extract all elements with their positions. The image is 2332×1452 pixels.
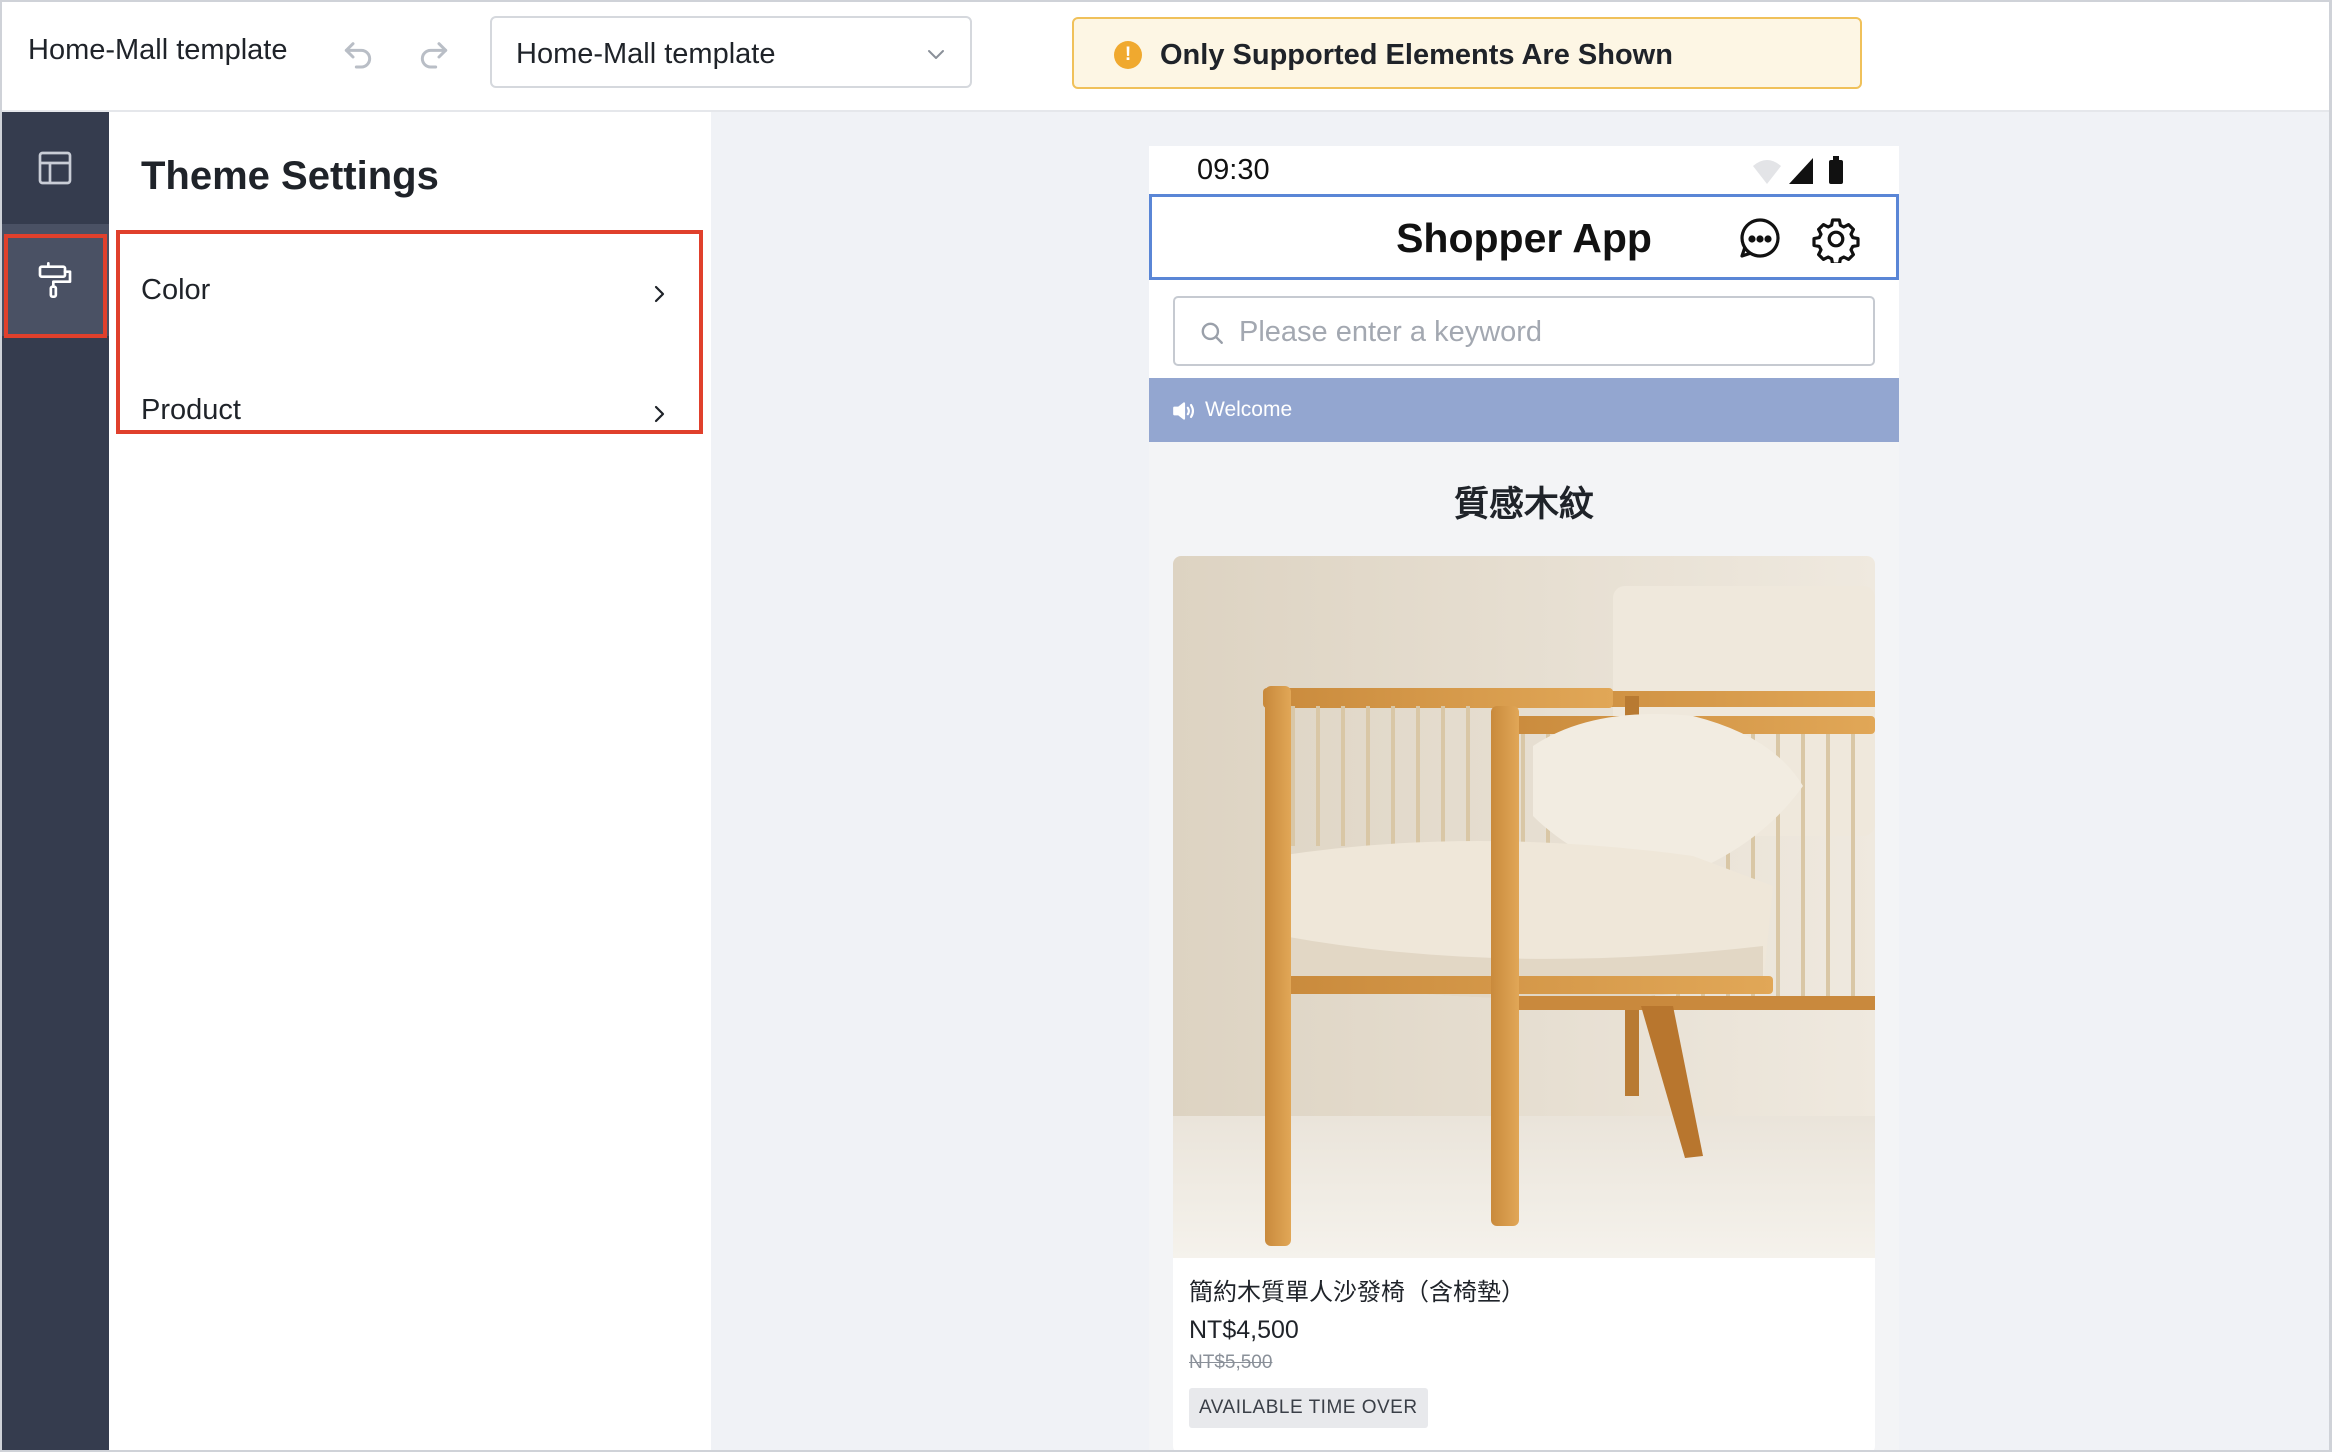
- availability-badge: AVAILABLE TIME OVER: [1189, 1388, 1428, 1428]
- product-card[interactable]: 簡約木質單人沙發椅（含椅墊） NT$4,500 NT$5,500 AVAILAB…: [1173, 556, 1875, 1450]
- app-header[interactable]: Shopper App: [1149, 194, 1899, 280]
- undo-icon[interactable]: [338, 32, 378, 72]
- search-area: Please enter a keyword: [1149, 280, 1899, 382]
- settings-rows-outline: [116, 230, 703, 434]
- top-bar: Home-Mall template Home-Mall template ! …: [2, 2, 2329, 112]
- app-title: Home-Mall template: [28, 34, 288, 66]
- product-price: NT$4,500: [1189, 1316, 1299, 1344]
- rail-selection-outline: [4, 234, 107, 338]
- page-select-value: Home-Mall template: [516, 38, 776, 70]
- speaker-icon: [1171, 398, 1197, 424]
- app-window: Home-Mall template Home-Mall template ! …: [0, 0, 2332, 1452]
- page-select[interactable]: Home-Mall template: [490, 16, 972, 88]
- search-placeholder: Please enter a keyword: [1239, 316, 1543, 348]
- status-time: 09:30: [1197, 154, 1270, 186]
- gear-icon[interactable]: [1812, 215, 1860, 266]
- layout-icon: [38, 151, 72, 185]
- wifi-icon: [1753, 160, 1781, 184]
- phone-preview: 09:30 Shopper App Please enter a keyword…: [1149, 146, 1899, 1450]
- app-header-title: Shopper App: [1396, 215, 1652, 261]
- notice-text: Only Supported Elements Are Shown: [1160, 39, 1673, 71]
- product-original-price: NT$5,500: [1189, 1352, 1273, 1373]
- rail-item-layout[interactable]: [2, 112, 109, 224]
- search-input[interactable]: Please enter a keyword: [1173, 296, 1875, 366]
- announcement-text: Welcome: [1205, 398, 1293, 421]
- section-title: 質感木紋: [1453, 485, 1594, 525]
- product-name: 簡約木質單人沙發椅（含椅墊）: [1189, 1278, 1525, 1306]
- announcement-bar: Welcome: [1149, 378, 1899, 442]
- redo-icon[interactable]: [414, 32, 454, 72]
- battery-icon: [1829, 156, 1843, 184]
- product-image: [1173, 556, 1875, 1258]
- status-bar: 09:30: [1149, 146, 1899, 194]
- status-icons: [1753, 156, 1843, 184]
- chevron-down-icon: [924, 42, 948, 66]
- chat-icon[interactable]: [1736, 215, 1784, 263]
- search-icon: [1199, 320, 1225, 346]
- panel-title: Theme Settings: [141, 154, 439, 198]
- signal-icon: [1789, 158, 1813, 184]
- notice-banner: ! Only Supported Elements Are Shown: [1072, 17, 1862, 89]
- warning-icon: !: [1114, 41, 1142, 69]
